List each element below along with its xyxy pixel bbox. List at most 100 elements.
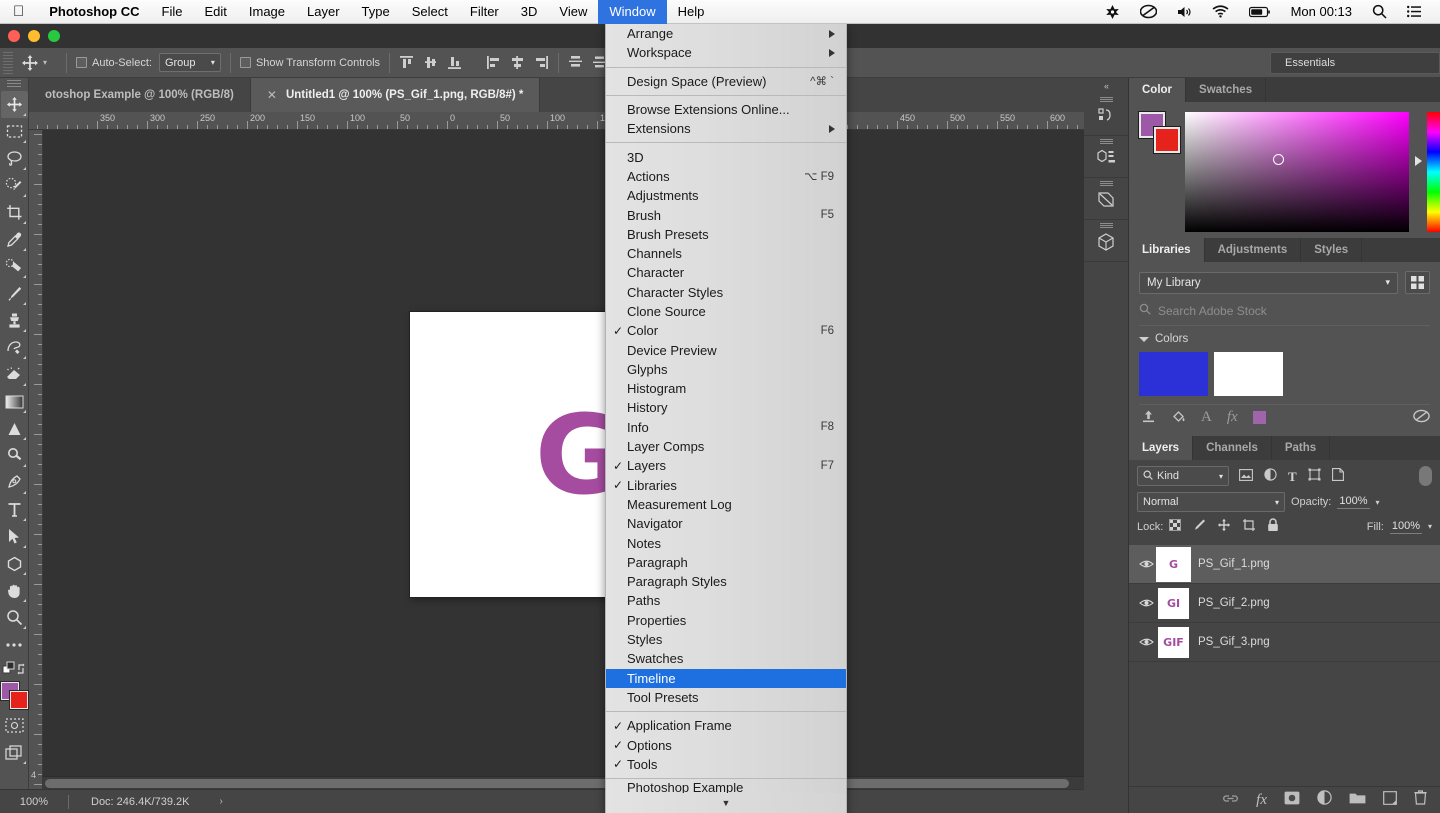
link-layers-icon[interactable] [1222, 791, 1239, 809]
menu-item-libraries[interactable]: ✓ Libraries [606, 476, 846, 495]
clone-stamp-tool[interactable] [1, 307, 28, 334]
menu-item-brush[interactable]: Brush F5 [606, 205, 846, 224]
align-vertical-centers-icon[interactable] [423, 55, 438, 70]
menu-item-timeline[interactable]: Timeline [606, 668, 846, 688]
close-icon[interactable]: ✕ [267, 88, 277, 102]
menu-item-color[interactable]: ✓ Color F6 [606, 321, 846, 340]
tab-swatches[interactable]: Swatches [1186, 78, 1267, 102]
blend-mode-dropdown[interactable]: Normal ▾ [1137, 492, 1285, 512]
color-panel-swatches[interactable] [1139, 112, 1180, 153]
menu-item-paragraph[interactable]: Paragraph [606, 553, 846, 572]
workspace-switcher-button[interactable]: Essentials [1270, 52, 1440, 74]
eyedropper-tool[interactable] [1, 226, 28, 253]
eraser-tool[interactable] [1, 361, 28, 388]
fill-chevron-down-icon[interactable]: ▾ [1428, 522, 1432, 531]
delete-layer-icon[interactable] [1414, 790, 1427, 810]
status-expand-chevron-icon[interactable]: › [189, 796, 222, 807]
library-view-grid-button[interactable] [1405, 271, 1430, 294]
menu-item-tools[interactable]: ✓ Tools [606, 755, 846, 774]
quick-mask-mode-button[interactable] [1, 712, 28, 739]
layer-visibility-eye-icon[interactable] [1134, 637, 1158, 647]
menu-item-clone-source[interactable]: Clone Source [606, 302, 846, 321]
hand-tool[interactable] [1, 577, 28, 604]
document-tab-untitled1[interactable]: ✕ Untitled1 @ 100% (PS_Gif_1.png, RGB/8#… [250, 78, 541, 112]
menu-item-help[interactable]: Help [667, 0, 716, 24]
color-picker-cursor[interactable] [1273, 154, 1284, 165]
menu-item-browse-extensions-online[interactable]: Browse Extensions Online... [606, 100, 846, 119]
menu-item-histogram[interactable]: Histogram [606, 379, 846, 398]
align-horizontal-centers-icon[interactable] [510, 55, 525, 70]
library-dropdown[interactable]: My Library ▾ [1139, 271, 1398, 294]
opacity-value[interactable]: 100% [1337, 495, 1370, 509]
auto-select-dropdown[interactable]: Group ▾ [158, 53, 221, 72]
lasso-tool[interactable] [1, 145, 28, 172]
tab-adjustments[interactable]: Adjustments [1204, 238, 1302, 262]
menu-item-history[interactable]: History [606, 398, 846, 417]
canvas-area[interactable]: 3503002502001501005005010015045050055060… [29, 112, 1110, 789]
menu-item-glyphs[interactable]: Glyphs [606, 360, 846, 379]
align-top-edges-icon[interactable] [399, 55, 414, 70]
dodge-tool[interactable] [1, 442, 28, 469]
quick-mask-swap-colors[interactable] [1, 658, 28, 680]
tools-panel-grip[interactable] [7, 80, 21, 88]
menu-item-styles[interactable]: Styles [606, 630, 846, 649]
path-selection-tool[interactable] [1, 523, 28, 550]
close-window-button[interactable] [8, 30, 20, 42]
menu-item-swatches[interactable]: Swatches [606, 649, 846, 668]
align-left-edges-icon[interactable] [486, 55, 501, 70]
opacity-chevron-down-icon[interactable]: ▾ [1376, 498, 1380, 507]
menu-item-notes[interactable]: Notes [606, 533, 846, 552]
layer-row[interactable]: G PS_Gif_1.png [1129, 545, 1440, 584]
color-picker-field[interactable] [1185, 112, 1409, 232]
menu-item-edit[interactable]: Edit [193, 0, 237, 24]
screen-mode-button[interactable] [1, 739, 28, 766]
layer-fx-icon[interactable]: fx [1227, 409, 1238, 426]
menu-item-design-space-preview[interactable]: Design Space (Preview) ^⌘ ` [606, 72, 846, 91]
filter-shape-icon[interactable] [1308, 468, 1321, 484]
move-tool[interactable] [0, 91, 28, 118]
layer-row[interactable]: GI PS_Gif_2.png [1129, 584, 1440, 623]
pen-tool[interactable] [1, 469, 28, 496]
menu-item-device-preview[interactable]: Device Preview [606, 340, 846, 359]
menu-item-filter[interactable]: Filter [459, 0, 510, 24]
new-layer-icon[interactable] [1383, 790, 1397, 810]
scrollbar-thumb[interactable] [45, 779, 1070, 788]
menu-item-app-name[interactable]: Photoshop CC [38, 4, 150, 19]
menu-item-adjustments[interactable]: Adjustments [606, 186, 846, 205]
menu-item-arrange[interactable]: Arrange [606, 24, 846, 43]
menu-item-file[interactable]: File [151, 0, 194, 24]
paint-bucket-icon[interactable] [1171, 409, 1186, 427]
library-color-item[interactable] [1214, 352, 1283, 396]
canvas-horizontal-scrollbar[interactable] [43, 776, 1110, 789]
upload-icon[interactable] [1141, 409, 1156, 427]
color-swatch-icon[interactable] [1252, 411, 1266, 424]
collapse-panels-icon[interactable]: « [1084, 78, 1129, 94]
menu-item-3d[interactable]: 3D [606, 147, 846, 166]
layer-name[interactable]: PS_Gif_3.png [1198, 636, 1270, 648]
background-color-swatch[interactable] [10, 691, 28, 709]
distribute-top-icon[interactable] [568, 55, 583, 70]
menu-item-character-styles[interactable]: Character Styles [606, 283, 846, 302]
layer-thumbnail[interactable]: G [1158, 548, 1189, 580]
foreground-background-color-swatches[interactable] [0, 682, 28, 712]
window-dropdown-menu[interactable]: Arrange Workspace Design Space (Preview) ^⌘… [605, 24, 847, 813]
adobe-stock-search-row[interactable]: Search Adobe Stock [1139, 303, 1430, 326]
menu-item-layer-comps[interactable]: Layer Comps [606, 437, 846, 456]
tab-color[interactable]: Color [1129, 78, 1187, 102]
edit-toolbar-tool[interactable] [1, 631, 28, 658]
menu-item-window[interactable]: Window [598, 0, 667, 24]
menu-item-brush-presets[interactable]: Brush Presets [606, 225, 846, 244]
apple-menu-icon[interactable]:  [0, 4, 38, 19]
spotlight-search-icon[interactable] [1362, 0, 1397, 24]
menu-item-properties[interactable]: Properties [606, 611, 846, 630]
polygon-shape-tool[interactable] [1, 550, 28, 577]
aa-icon[interactable] [1095, 0, 1130, 24]
menu-item-extensions[interactable]: Extensions [606, 119, 846, 138]
layer-thumbnail[interactable]: GI [1158, 587, 1189, 619]
minimize-window-button[interactable] [28, 30, 40, 42]
lock-artboard-nesting-icon[interactable] [1242, 518, 1256, 535]
lock-image-pixels-icon[interactable] [1192, 518, 1206, 535]
align-bottom-edges-icon[interactable] [447, 55, 462, 70]
tab-styles[interactable]: Styles [1301, 238, 1363, 262]
battery-icon[interactable] [1239, 0, 1281, 24]
